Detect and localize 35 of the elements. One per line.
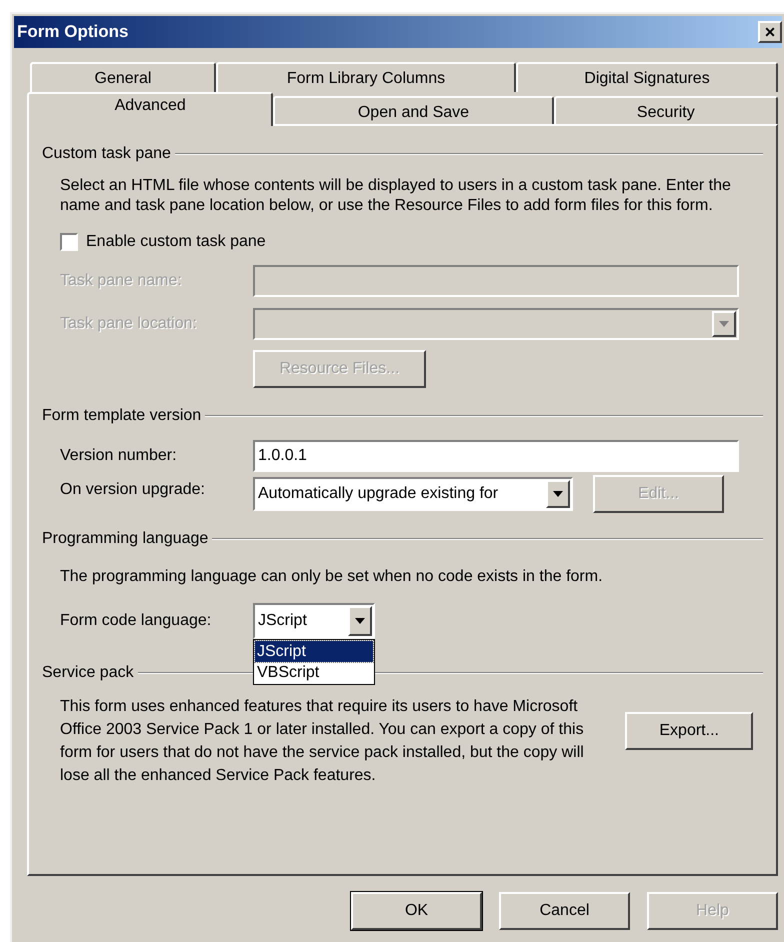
close-button[interactable]: × <box>758 21 782 43</box>
combo-value: Automatically upgrade existing for <box>257 484 500 504</box>
caret-icon <box>355 618 365 624</box>
group-heading: Custom task pane <box>42 144 171 164</box>
field-label: Version number: <box>60 446 178 466</box>
dropdown-arrow-button[interactable] <box>348 606 372 636</box>
caret-icon <box>719 321 729 327</box>
export-button[interactable]: Export... <box>625 712 753 750</box>
tab[interactable]: General <box>30 62 216 92</box>
dialog-button[interactable]: OK <box>351 892 482 930</box>
combo-box[interactable]: Automatically upgrade existing for <box>253 477 573 511</box>
caret-icon <box>553 491 563 497</box>
window-title: Form Options <box>17 21 128 44</box>
tab[interactable]: Open and Save <box>273 96 554 126</box>
field-label: On version upgrade: <box>60 480 206 500</box>
combo-box[interactable]: JScript <box>253 603 375 639</box>
combo-value: JScript <box>257 611 308 631</box>
tab[interactable]: Form Library Columns <box>216 62 516 92</box>
input-field[interactable]: 1.0.0.1 <box>253 440 739 472</box>
checkbox-label: Enable custom task pane <box>86 232 266 252</box>
dropdown-option[interactable]: JScript <box>255 641 373 662</box>
description-text: Select an HTML file whose contents will be displayed to users in a custom task pane. Enter the name and task pane location below, or use the Resource Files to add form files for this form. <box>60 176 732 216</box>
field-label: Form code language: <box>60 611 212 631</box>
description-text: The programming language can only be set when no code exists in the form. <box>60 567 604 587</box>
tab[interactable]: Digital Signatures <box>516 62 778 92</box>
checkbox[interactable] <box>60 233 78 251</box>
tab[interactable]: Security <box>554 96 778 126</box>
description-text: This form uses enhanced features that require its users to have Microsoft Office 2003 Service Pack 1 or later installed. You can export a copy of this form for users that do not have the service pack installed, but the copy will lose all the enhanced Service Pack features. <box>60 697 585 786</box>
tab[interactable]: Advanced <box>27 92 274 126</box>
dropdown-arrow-button[interactable] <box>546 480 570 508</box>
dropdown-option[interactable]: VBScript <box>255 662 373 683</box>
group-heading: Service pack <box>42 663 134 683</box>
group-heading: Form template version <box>42 406 202 426</box>
dialog-button[interactable]: Cancel <box>499 892 630 930</box>
group-heading: Programming language <box>42 529 208 549</box>
